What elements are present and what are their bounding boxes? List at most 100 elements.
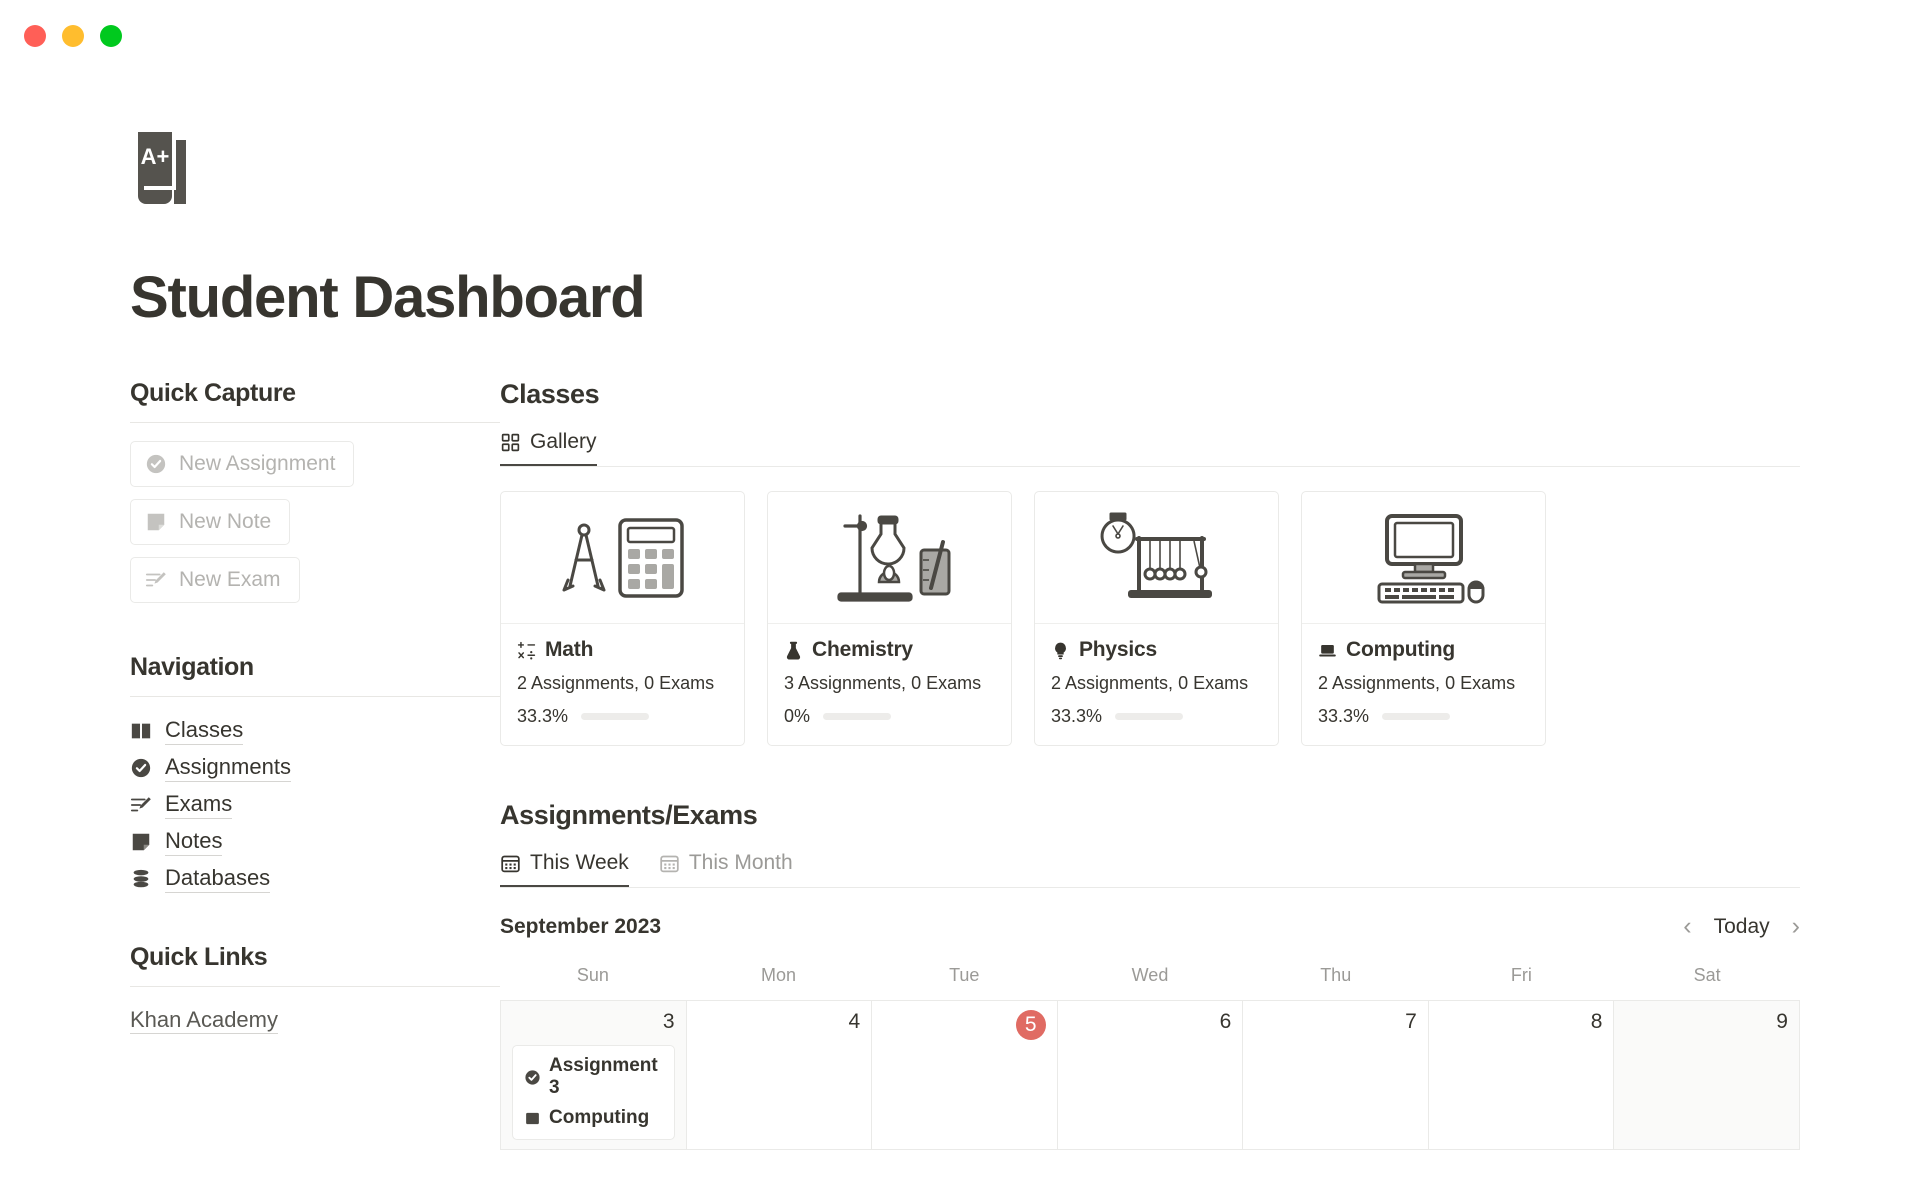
divider	[500, 466, 1800, 467]
tab-gallery[interactable]: Gallery	[500, 430, 597, 466]
day-number: 8	[1590, 1010, 1603, 1033]
class-card-physics[interactable]: Physics 2 Assignments, 0 Exams 33.3%	[1034, 491, 1279, 746]
class-name: Physics	[1079, 638, 1157, 661]
sidebar-item-databases[interactable]: Databases	[130, 865, 500, 893]
class-percent: 33.3%	[1051, 706, 1103, 726]
today-button[interactable]: Today	[1714, 915, 1770, 939]
event-title: Assignment 3	[549, 1055, 658, 1099]
math-symbols-icon	[517, 641, 536, 660]
window-titlebar	[0, 0, 1920, 72]
calendar-event[interactable]: Assignment 3 Computing	[512, 1045, 675, 1141]
quick-link-khan-academy[interactable]: Khan Academy	[130, 1007, 278, 1034]
main-content: Classes Gallery Math 2 Assignments, 0 Ex…	[500, 379, 1920, 1151]
sidebar-item-assignments[interactable]: Assignments	[130, 754, 500, 782]
pencil-list-icon	[130, 797, 151, 812]
class-percent: 33.3%	[1318, 706, 1370, 726]
flask-icon	[786, 641, 801, 660]
book-icon	[131, 723, 151, 739]
check-circle-icon	[131, 758, 151, 778]
class-card-body: Computing 2 Assignments, 0 Exams 33.3%	[1302, 624, 1545, 745]
close-button[interactable]	[24, 25, 46, 47]
tab-this-month[interactable]: This Month	[659, 851, 793, 887]
calendar-day-cell[interactable]: 6	[1057, 1001, 1244, 1151]
tab-label: Gallery	[530, 430, 597, 453]
classes-section: Classes Gallery Math 2 Assignments, 0 Ex…	[500, 379, 1800, 746]
day-number: 4	[848, 1010, 861, 1033]
divider	[500, 887, 1800, 888]
day-number: 6	[1219, 1010, 1232, 1033]
navigation-list: Classes Assignments Exams Notes Database…	[130, 717, 500, 893]
sidebar-item-label: Databases	[165, 865, 271, 893]
class-name: Chemistry	[812, 638, 913, 661]
new-assignment-label: New Assignment	[179, 452, 336, 475]
weekday-label: Sun	[576, 965, 609, 985]
navigation-heading: Navigation	[130, 653, 254, 681]
day-number-today: 5	[1015, 1010, 1046, 1040]
classes-tabs: Gallery	[500, 430, 1800, 466]
new-assignment-button[interactable]: New Assignment	[130, 441, 355, 487]
calendar-day-cell[interactable]: 5	[872, 1001, 1058, 1151]
class-card-chemistry[interactable]: Chemistry 3 Assignments, 0 Exams 0%	[767, 491, 1012, 746]
calendar-day-cell[interactable]: 4	[686, 1001, 873, 1151]
class-meta: 2 Assignments, 0 Exams	[1318, 673, 1516, 693]
class-card-math[interactable]: Math 2 Assignments, 0 Exams 33.3%	[500, 491, 745, 746]
class-illustration-physics	[1035, 492, 1278, 624]
quick-capture-section: Quick Capture New Assignment New Note Ne…	[130, 379, 500, 603]
calendar-day-cell[interactable]: 8	[1428, 1001, 1615, 1151]
class-illustration-chemistry	[768, 492, 1011, 624]
navigation-section: Navigation Classes Assignments Exams Not…	[130, 653, 500, 893]
progress-bar	[1382, 713, 1451, 720]
class-card-computing[interactable]: Computing 2 Assignments, 0 Exams 33.3%	[1301, 491, 1546, 746]
prev-week-button[interactable]: ‹	[1683, 914, 1691, 939]
class-progress: 33.3%	[1318, 706, 1529, 727]
note-icon	[132, 833, 150, 851]
class-card-head: Chemistry	[784, 638, 995, 662]
class-illustration-computing	[1302, 492, 1545, 624]
calendar-day-cell[interactable]: 7	[1243, 1001, 1429, 1151]
class-meta: 2 Assignments, 0 Exams	[517, 673, 715, 693]
calendar-grid: 3 Assignment 3 Computing 4 5 6 7 8 9	[500, 1000, 1800, 1151]
tab-label: This Week	[530, 851, 629, 874]
class-card-body: Chemistry 3 Assignments, 0 Exams 0%	[768, 624, 1011, 745]
divider	[130, 696, 500, 697]
class-progress: 33.3%	[1051, 706, 1262, 727]
app-logo: A+	[130, 130, 1920, 206]
calendar: September 2023 ‹ Today › Sun Mon Tue Wed…	[500, 914, 1800, 1151]
progress-bar	[1115, 713, 1184, 720]
day-number: 3	[662, 1010, 675, 1033]
sidebar-item-label: Notes	[165, 828, 223, 856]
next-week-button[interactable]: ›	[1792, 914, 1800, 939]
weekday-label: Sat	[1693, 965, 1721, 985]
quick-links-heading: Quick Links	[130, 943, 268, 971]
maximize-button[interactable]	[100, 25, 122, 47]
classes-heading: Classes	[500, 379, 600, 409]
tab-this-week[interactable]: This Week	[500, 851, 629, 887]
weekday-label: Mon	[761, 965, 797, 985]
new-exam-button[interactable]: New Exam	[130, 557, 300, 603]
sidebar-item-classes[interactable]: Classes	[130, 717, 500, 745]
laptop-square-icon	[526, 1112, 539, 1124]
event-subject: Computing	[549, 1107, 650, 1129]
weekday-label: Thu	[1320, 965, 1352, 985]
class-meta: 3 Assignments, 0 Exams	[784, 673, 982, 693]
weekday-label: Fri	[1510, 965, 1532, 985]
assignments-exams-heading: Assignments/Exams	[500, 800, 758, 830]
sidebar-item-exams[interactable]: Exams	[130, 791, 500, 819]
calendar-day-cell[interactable]: 9	[1614, 1001, 1800, 1151]
check-circle-icon	[525, 1070, 540, 1085]
aplus-document-icon: A+	[138, 132, 186, 204]
class-progress: 33.3%	[517, 706, 728, 727]
compass-calculator-illustration	[562, 517, 684, 598]
assignments-exams-tabs: This Week This Month	[500, 851, 1800, 887]
minimize-button[interactable]	[62, 25, 84, 47]
page: A+ Student Dashboard Quick Capture New A…	[0, 130, 1920, 1151]
database-icon	[133, 869, 149, 888]
bulb-newtons-cradle-illustration	[1100, 512, 1212, 598]
progress-bar	[823, 713, 892, 720]
class-card-body: Physics 2 Assignments, 0 Exams 33.3%	[1035, 624, 1278, 745]
lab-flask-burner-illustration	[836, 513, 950, 602]
sidebar-item-notes[interactable]: Notes	[130, 828, 500, 856]
new-note-button[interactable]: New Note	[130, 499, 291, 545]
new-exam-label: New Exam	[179, 568, 281, 591]
calendar-day-cell[interactable]: 3 Assignment 3 Computing	[501, 1001, 687, 1151]
